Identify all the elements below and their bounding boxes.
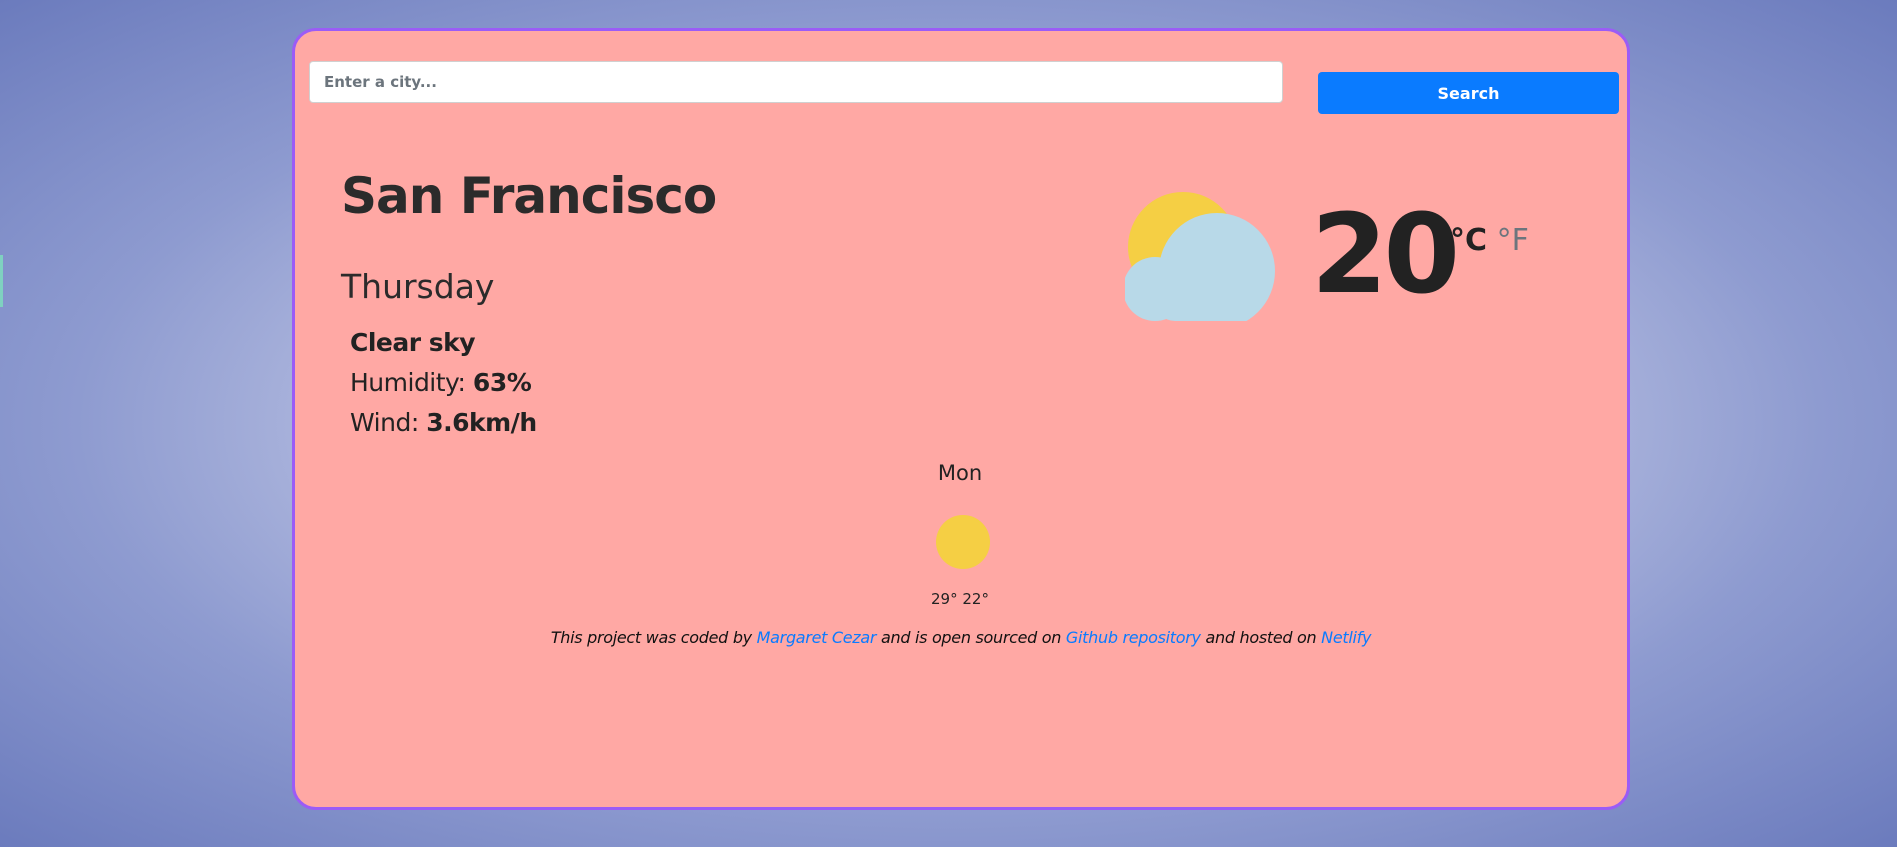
fahrenheit-link[interactable]: °F (1497, 223, 1529, 258)
humidity-row: Humidity: 63% (350, 368, 532, 397)
wind-value: 3.6km/h (426, 408, 537, 437)
github-repository-link[interactable]: Github repository (1066, 628, 1201, 647)
partly-cloudy-icon (1125, 192, 1275, 321)
footer-text: and is open sourced on (880, 628, 1062, 647)
unit-toggle: °C °F (1450, 223, 1529, 258)
humidity-label: Humidity: (350, 368, 466, 397)
current-day: Thursday (341, 267, 495, 306)
celsius-unit[interactable]: °C (1450, 223, 1487, 258)
left-edge-strip (0, 255, 3, 307)
footer: This project was coded by Margaret Cezar… (295, 628, 1627, 647)
weather-description: Clear sky (350, 328, 476, 357)
current-temperature: 20 (1311, 190, 1460, 318)
wind-label: Wind: (350, 408, 419, 437)
forecast-temperatures: 29° 22° (931, 590, 989, 608)
netlify-link[interactable]: Netlify (1321, 628, 1371, 647)
sun-icon (936, 515, 990, 569)
city-name: San Francisco (341, 167, 717, 225)
search-input[interactable] (309, 61, 1283, 103)
forecast-day: Mon (937, 461, 983, 485)
author-link[interactable]: Margaret Cezar (757, 628, 877, 647)
weather-card: Search San Francisco Thursday Clear sky … (292, 28, 1630, 810)
footer-text: This project was coded by (550, 628, 752, 647)
search-button[interactable]: Search (1318, 72, 1619, 114)
footer-text: and hosted on (1205, 628, 1317, 647)
wind-row: Wind: 3.6km/h (350, 408, 537, 437)
humidity-value: 63% (472, 368, 532, 397)
